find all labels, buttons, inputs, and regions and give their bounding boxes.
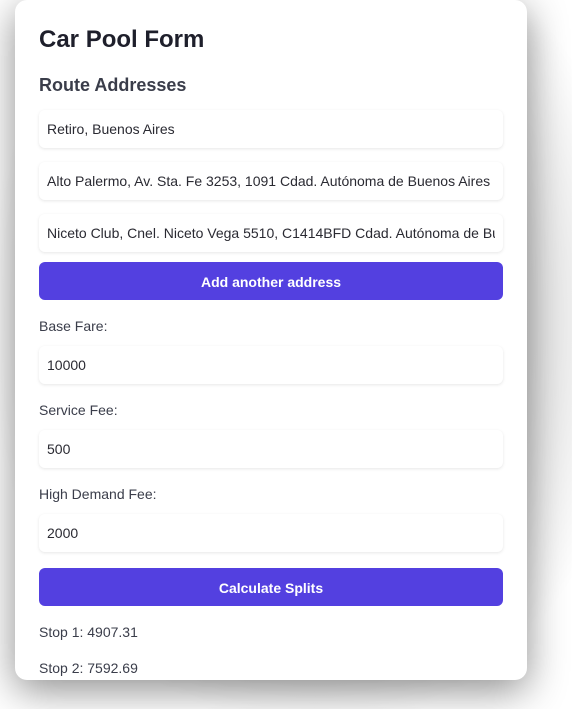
service-fee-input[interactable] (39, 430, 503, 468)
result-stop-1: Stop 1: 4907.31 (39, 624, 138, 640)
calculate-splits-button[interactable]: Calculate Splits (39, 568, 503, 606)
add-address-button[interactable]: Add another address (39, 262, 503, 300)
service-fee-label: Service Fee: (39, 402, 118, 418)
base-fare-label: Base Fare: (39, 318, 108, 334)
address-input-1[interactable] (39, 110, 503, 148)
high-demand-fee-input[interactable] (39, 514, 503, 552)
high-demand-fee-label: High Demand Fee: (39, 486, 157, 502)
route-addresses-heading: Route Addresses (39, 75, 187, 95)
base-fare-input[interactable] (39, 346, 503, 384)
car-pool-form-card: Car Pool Form Route Addresses Add anothe… (15, 0, 527, 680)
address-input-2[interactable] (39, 162, 503, 200)
form-title: Car Pool Form (39, 26, 205, 53)
address-input-3[interactable] (39, 214, 503, 252)
result-stop-2: Stop 2: 7592.69 (39, 660, 138, 676)
